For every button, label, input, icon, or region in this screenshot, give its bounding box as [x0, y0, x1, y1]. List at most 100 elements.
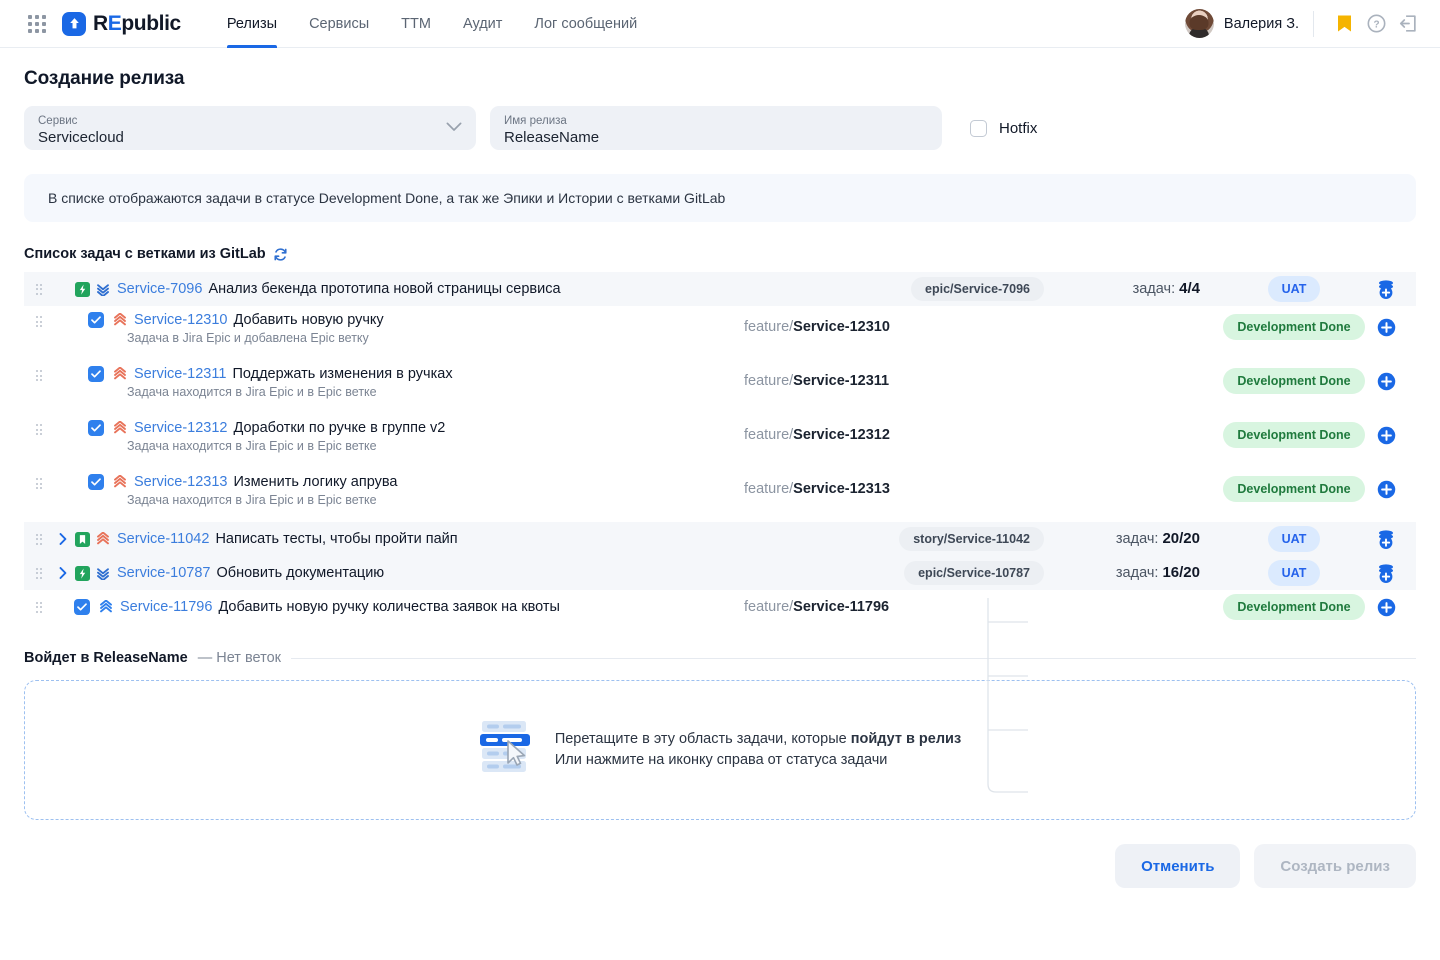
- task-summary: Изменить логику апрува: [233, 474, 398, 490]
- bookmark-icon[interactable]: [1328, 8, 1360, 40]
- logout-icon[interactable]: [1392, 8, 1424, 40]
- add-task-icon[interactable]: [1374, 315, 1398, 339]
- add-cell: [1374, 527, 1416, 551]
- drag-handle[interactable]: [24, 316, 52, 327]
- nav-item-message-log[interactable]: Лог сообщений: [518, 0, 653, 48]
- help-circle-icon[interactable]: ?: [1360, 8, 1392, 40]
- main-nav: Релизы Сервисы TTM Аудит Лог сообщений: [211, 0, 653, 48]
- story-icon: [74, 531, 90, 547]
- add-task-icon[interactable]: [1374, 369, 1398, 393]
- cancel-button[interactable]: Отменить: [1115, 844, 1241, 888]
- dropzone-header: Войдет в ReleaseName — Нет веток: [24, 650, 1416, 666]
- table-row[interactable]: Service-12310 Добавить новую ручку Задач…: [24, 306, 1416, 360]
- refresh-icon[interactable]: [273, 247, 288, 262]
- expand-collapse-caret[interactable]: [52, 567, 74, 579]
- status-cell: UAT: [1214, 276, 1374, 302]
- add-group-icon[interactable]: [1374, 277, 1398, 301]
- user-name: Валерия З.: [1223, 15, 1299, 32]
- add-group-icon[interactable]: [1374, 527, 1398, 551]
- create-release-button[interactable]: Создать релиз: [1254, 844, 1416, 888]
- row-checkbox[interactable]: [88, 366, 104, 382]
- task-key[interactable]: Service-12311: [134, 366, 226, 382]
- task-key[interactable]: Service-11796: [120, 599, 212, 615]
- branch-pill: epic/Service-10787: [904, 561, 1044, 585]
- task-key[interactable]: Service-12313: [134, 474, 228, 490]
- service-value: Servicecloud: [38, 128, 124, 146]
- task-count-prefix: задач:: [1115, 565, 1159, 581]
- row-checkbox[interactable]: [88, 420, 104, 436]
- release-dropzone[interactable]: Перетащите в эту область задачи, которые…: [24, 680, 1416, 820]
- table-row[interactable]: Service-11796 Добавить новую ручку колич…: [24, 590, 1416, 624]
- drag-handle[interactable]: [24, 567, 52, 579]
- service-select[interactable]: Сервис Servicecloud: [24, 106, 476, 150]
- status-cell: Development Done: [1214, 368, 1374, 394]
- info-banner: В списке отображаются задачи в статусе D…: [24, 174, 1416, 222]
- status-cell: UAT: [1214, 560, 1374, 586]
- drag-handle[interactable]: [24, 601, 52, 613]
- row-checkbox[interactable]: [74, 599, 90, 615]
- drag-handle[interactable]: [24, 424, 52, 435]
- row-meta: feature/Service-12313 Development Done: [744, 476, 1416, 502]
- grid-apps-icon[interactable]: [28, 14, 46, 33]
- hotfix-checkbox[interactable]: Hotfix: [970, 119, 1037, 137]
- release-name-input[interactable]: Имя релиза ReleaseName: [490, 106, 942, 150]
- add-task-icon[interactable]: [1374, 595, 1398, 619]
- dropzone-line1-a: Перетащите в эту область задачи, которые: [554, 731, 851, 747]
- row-main: Service-12311 Поддержать изменения в руч…: [88, 360, 453, 399]
- expand-collapse-caret[interactable]: [52, 533, 74, 545]
- task-key[interactable]: Service-12310: [134, 312, 228, 328]
- add-cell: [1374, 477, 1416, 501]
- add-task-icon[interactable]: [1374, 477, 1398, 501]
- row-meta: feature/Service-12311 Development Done: [744, 368, 1416, 394]
- table-row[interactable]: Service-11042 Написать тесты, чтобы прой…: [24, 522, 1416, 556]
- branch-suffix: Service-12313: [793, 481, 890, 497]
- task-note: Задача находится в Jira Epic и в Epic ве…: [127, 493, 377, 507]
- table-row[interactable]: Service-7096 Анализ бекенда прототипа но…: [24, 272, 1416, 306]
- drag-handle[interactable]: [24, 370, 52, 381]
- page-title: Создание релиза: [24, 68, 185, 89]
- drag-handle[interactable]: [24, 283, 52, 295]
- expand-collapse-caret[interactable]: [52, 285, 74, 293]
- brand-logo[interactable]: REpublic: [62, 11, 181, 36]
- status-cell: Development Done: [1214, 476, 1374, 502]
- svg-text:?: ?: [1373, 20, 1379, 31]
- status-badge: Development Done: [1223, 422, 1365, 448]
- release-name-label: Имя релиза: [504, 114, 567, 127]
- branch-pill: story/Service-11042: [899, 527, 1044, 551]
- row-main: Service-10787 Обновить документацию: [74, 565, 384, 581]
- row-meta: feature/Service-12312 Development Done: [744, 422, 1416, 448]
- task-count: задач: 16/20: [1044, 564, 1214, 582]
- nav-item-releases[interactable]: Релизы: [211, 0, 293, 48]
- branch-cell: epic/Service-10787: [744, 561, 1044, 585]
- drag-handle[interactable]: [24, 533, 52, 545]
- task-count-value: 20/20: [1162, 530, 1200, 547]
- nav-item-services[interactable]: Сервисы: [293, 0, 385, 48]
- priority-high-icon: [112, 367, 127, 382]
- add-task-icon[interactable]: [1374, 423, 1398, 447]
- add-cell: [1374, 561, 1416, 585]
- avatar[interactable]: [1184, 9, 1214, 38]
- republic-arrow-logo-icon: [62, 11, 86, 36]
- task-key[interactable]: Service-10787: [117, 565, 211, 581]
- table-row[interactable]: Service-12312 Доработки по ручке в групп…: [24, 414, 1416, 468]
- nav-item-audit[interactable]: Аудит: [447, 0, 518, 48]
- task-key[interactable]: Service-11042: [117, 531, 209, 547]
- status-cell: UAT: [1214, 526, 1374, 552]
- task-list: Service-7096 Анализ бекенда прототипа но…: [24, 272, 1416, 793]
- row-main: Service-11796 Добавить новую ручку колич…: [74, 599, 560, 615]
- hotfix-checkbox-box[interactable]: [970, 119, 987, 137]
- table-row[interactable]: Service-12311 Поддержать изменения в руч…: [24, 360, 1416, 414]
- task-key[interactable]: Service-12312: [134, 420, 228, 436]
- add-group-icon[interactable]: [1374, 561, 1398, 585]
- branch-prefix: feature/: [744, 599, 794, 615]
- table-row[interactable]: Service-12313 Изменить логику апрува Зад…: [24, 468, 1416, 522]
- row-checkbox[interactable]: [88, 312, 104, 328]
- branch-cell: epic/Service-7096: [744, 277, 1044, 301]
- branch-prefix: feature/: [744, 319, 794, 335]
- task-key[interactable]: Service-7096: [117, 281, 202, 297]
- table-row[interactable]: Service-10787 Обновить документацию epic…: [24, 556, 1416, 590]
- row-checkbox[interactable]: [88, 474, 104, 490]
- drag-handle[interactable]: [24, 478, 52, 489]
- nav-item-ttm[interactable]: TTM: [385, 0, 447, 48]
- row-main: Service-11042 Написать тесты, чтобы прой…: [74, 531, 458, 547]
